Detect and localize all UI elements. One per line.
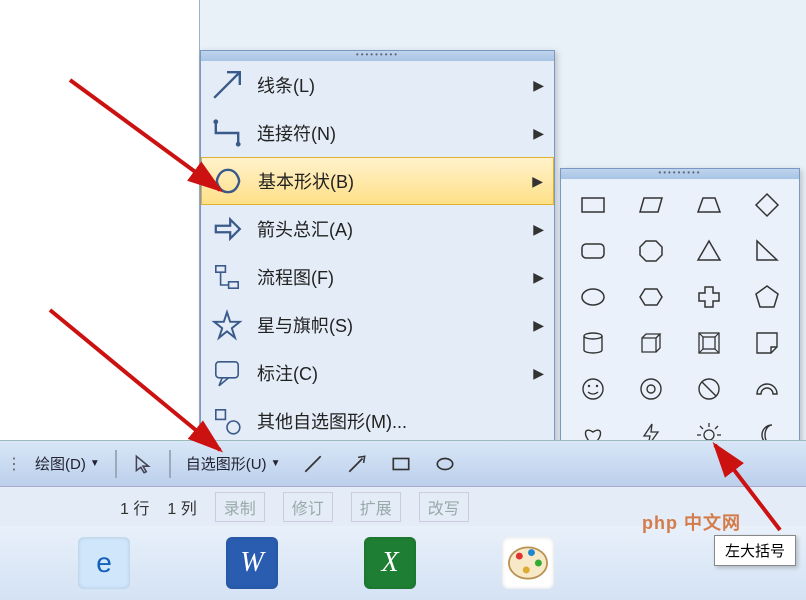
drawing-toolbar: ⋮ 绘图(D) ▼ 自选图形(U) ▼	[0, 440, 806, 486]
submenu-arrow-icon: ▶	[533, 365, 544, 382]
shape-folded-corner[interactable]	[739, 321, 795, 365]
status-col: 1 列	[167, 495, 196, 519]
submenu-arrow-icon: ▶	[533, 77, 544, 94]
shape-donut[interactable]	[623, 367, 679, 411]
paint-icon[interactable]	[502, 537, 554, 589]
shape-cube[interactable]	[623, 321, 679, 365]
autoshapes-menu-button[interactable]: 自选图形(U) ▼	[177, 447, 290, 481]
menu-item-basic-shapes[interactable]: 基本形状(B) ▶	[201, 157, 554, 205]
submenu-arrow-icon: ▶	[533, 125, 544, 142]
stars-icon	[211, 309, 243, 341]
rectangle-tool-button[interactable]	[381, 447, 421, 481]
document-area	[0, 0, 200, 440]
select-objects-button[interactable]	[123, 447, 163, 481]
shape-right-triangle[interactable]	[739, 229, 795, 273]
submenu-arrow-icon: ▶	[533, 317, 544, 334]
gallery-grip[interactable]: •••••••••	[561, 169, 799, 179]
shape-bevel[interactable]	[681, 321, 737, 365]
submenu-arrow-icon: ▶	[533, 221, 544, 238]
chevron-down-icon: ▼	[271, 458, 281, 469]
ie-icon[interactable]: e	[78, 537, 130, 589]
shape-hexagon[interactable]	[623, 275, 679, 319]
submenu-arrow-icon: ▶	[532, 173, 543, 190]
status-revision[interactable]: 修订	[283, 492, 333, 522]
shape-parallelogram[interactable]	[623, 183, 679, 227]
arrows-icon	[211, 213, 243, 245]
chevron-down-icon: ▼	[90, 458, 100, 469]
shape-smiley[interactable]	[565, 367, 621, 411]
draw-menu-button[interactable]: 绘图(D) ▼	[26, 447, 109, 481]
windows-taskbar: e W X	[0, 526, 806, 600]
autoshapes-label: 自选图形(U)	[186, 453, 267, 474]
menu-item-more-autoshapes[interactable]: 其他自选图形(M)...	[201, 397, 554, 445]
autoshapes-menu: ••••••••• 线条(L) ▶ 连接符(N) ▶ 基本形状(B) ▶ 箭头总…	[200, 50, 555, 446]
menu-label: 流程图(F)	[257, 264, 525, 290]
status-overwrite[interactable]: 改写	[419, 492, 469, 522]
menu-label: 星与旗帜(S)	[257, 312, 525, 338]
shape-pentagon[interactable]	[739, 275, 795, 319]
shape-trapezoid[interactable]	[681, 183, 737, 227]
callouts-icon	[211, 357, 243, 389]
menu-label: 箭头总汇(A)	[257, 216, 525, 242]
connector-icon	[211, 117, 243, 149]
more-shapes-icon	[211, 405, 243, 437]
status-row: 1 行	[120, 495, 149, 519]
menu-label: 标注(C)	[257, 360, 525, 386]
menu-label: 线条(L)	[257, 72, 525, 98]
shape-oval[interactable]	[565, 275, 621, 319]
status-extend[interactable]: 扩展	[351, 492, 401, 522]
watermark: php 中文网	[642, 509, 741, 535]
separator	[115, 450, 117, 478]
shape-cross[interactable]	[681, 275, 737, 319]
menu-label: 连接符(N)	[257, 120, 525, 146]
status-record[interactable]: 录制	[215, 492, 265, 522]
flowchart-icon	[211, 261, 243, 293]
shape-diamond[interactable]	[739, 183, 795, 227]
oval-tool-button[interactable]	[425, 447, 465, 481]
shape-octagon[interactable]	[623, 229, 679, 273]
menu-item-block-arrows[interactable]: 箭头总汇(A) ▶	[201, 205, 554, 253]
lines-icon	[211, 69, 243, 101]
line-tool-button[interactable]	[293, 447, 333, 481]
menu-item-callouts[interactable]: 标注(C) ▶	[201, 349, 554, 397]
separator	[169, 450, 171, 478]
menu-label: 其他自选图形(M)...	[257, 408, 544, 434]
shape-block-arc[interactable]	[739, 367, 795, 411]
menu-grip[interactable]: •••••••••	[201, 51, 554, 61]
shape-rounded-rect[interactable]	[565, 229, 621, 273]
menu-label: 基本形状(B)	[258, 168, 524, 194]
word-icon[interactable]: W	[226, 537, 278, 589]
tooltip-left-brace: 左大括号	[714, 535, 796, 566]
shape-no-symbol[interactable]	[681, 367, 737, 411]
menu-item-lines[interactable]: 线条(L) ▶	[201, 61, 554, 109]
menu-item-stars-banners[interactable]: 星与旗帜(S) ▶	[201, 301, 554, 349]
basic-shapes-icon	[212, 165, 244, 197]
shape-rectangle[interactable]	[565, 183, 621, 227]
shape-can[interactable]	[565, 321, 621, 365]
draw-label: 绘图(D)	[35, 453, 86, 474]
arrow-tool-button[interactable]	[337, 447, 377, 481]
excel-icon[interactable]: X	[364, 537, 416, 589]
shape-triangle[interactable]	[681, 229, 737, 273]
menu-item-connectors[interactable]: 连接符(N) ▶	[201, 109, 554, 157]
menu-item-flowchart[interactable]: 流程图(F) ▶	[201, 253, 554, 301]
submenu-arrow-icon: ▶	[533, 269, 544, 286]
